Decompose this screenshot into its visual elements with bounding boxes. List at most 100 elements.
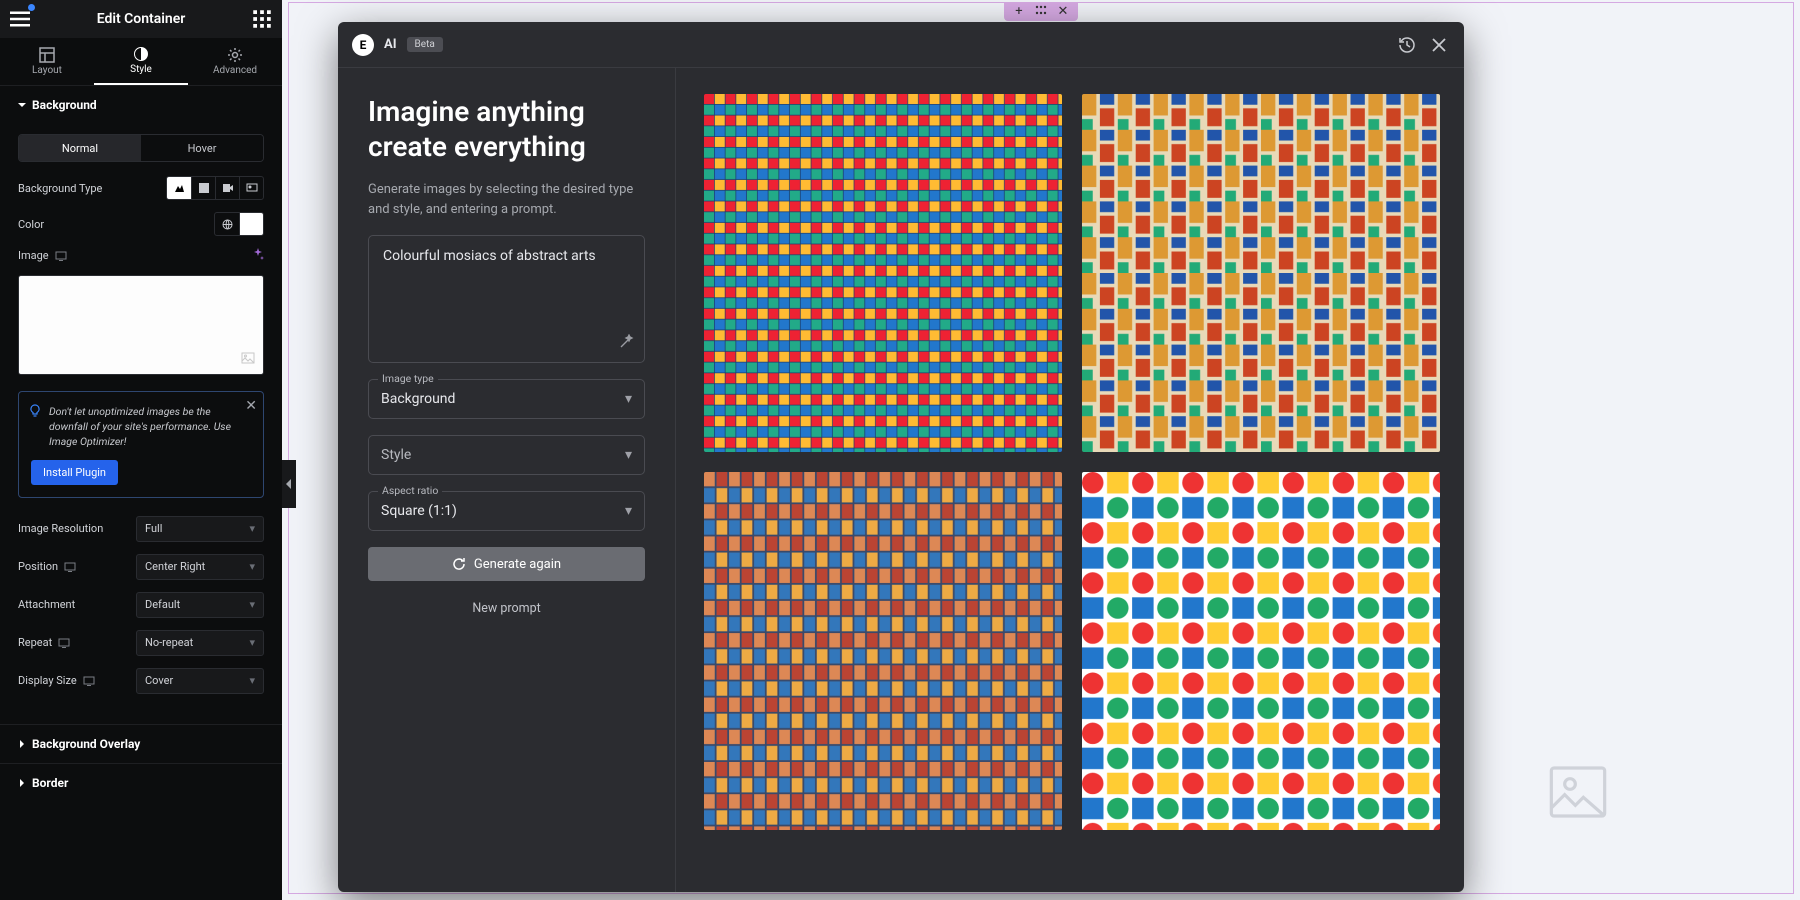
state-normal-button[interactable]: Normal <box>19 135 141 161</box>
select-display-size-value: Cover <box>145 674 173 687</box>
bgtype-slideshow-icon[interactable] <box>239 177 263 199</box>
select-image-resolution[interactable]: Full ▾ <box>136 516 264 542</box>
state-toggle: Normal Hover <box>18 134 264 162</box>
chevron-down-icon: ▾ <box>249 560 255 573</box>
beta-badge: Beta <box>407 37 443 52</box>
install-plugin-button[interactable]: Install Plugin <box>31 460 118 485</box>
color-swatch[interactable] <box>239 213 263 235</box>
responsive-icon[interactable] <box>64 562 76 572</box>
tab-style[interactable]: Style <box>94 38 188 85</box>
notification-dot-icon <box>28 4 35 11</box>
container-toolbar: + ✕ <box>1004 2 1078 21</box>
label-display-size: Display Size <box>18 674 77 687</box>
row-image-resolution: Image Resolution Full ▾ <box>18 516 264 542</box>
results-grid <box>704 94 1440 830</box>
result-thumbnail[interactable] <box>704 472 1062 830</box>
apps-icon[interactable] <box>252 9 272 29</box>
select-image-type-value: Background <box>381 391 455 407</box>
prompt-text: Colourful mosiacs of abstract arts <box>383 248 596 264</box>
responsive-icon[interactable] <box>58 638 70 648</box>
select-style[interactable]: Style ▾ <box>368 435 645 475</box>
bgtype-classic-icon[interactable] <box>167 177 191 199</box>
enhance-prompt-icon[interactable] <box>618 334 634 354</box>
color-global-icon[interactable] <box>215 213 239 235</box>
section-background-overlay-header[interactable]: Background Overlay <box>0 724 282 763</box>
editor-sidebar: Edit Container Layout Style Advanced Bac… <box>0 0 282 900</box>
section-border-header[interactable]: Border <box>0 763 282 802</box>
result-thumbnail[interactable] <box>704 94 1062 452</box>
chevron-down-icon: ▾ <box>249 522 255 535</box>
state-hover-button[interactable]: Hover <box>141 135 263 161</box>
row-background-type: Background Type <box>18 176 264 200</box>
add-icon[interactable]: + <box>1012 4 1026 19</box>
generate-again-button[interactable]: Generate again <box>368 547 645 581</box>
select-aspect-ratio[interactable]: Square (1:1) ▾ <box>368 491 645 531</box>
row-position: Position Center Right ▾ <box>18 554 264 580</box>
label-position: Position <box>18 560 58 573</box>
label-attachment: Attachment <box>18 598 75 611</box>
section-background-title: Background <box>32 98 97 112</box>
result-thumbnail[interactable] <box>1082 94 1440 452</box>
modal-results[interactable] <box>676 68 1464 892</box>
select-position-value: Center Right <box>145 560 205 573</box>
section-background-body: Normal Hover Background Type Color <box>0 124 282 724</box>
row-display-size: Display Size Cover ▾ <box>18 668 264 694</box>
chevron-down-icon: ▾ <box>625 391 632 407</box>
responsive-icon[interactable] <box>55 251 67 261</box>
label-background-type: Background Type <box>18 182 102 195</box>
generate-again-label: Generate again <box>474 557 561 572</box>
prompt-input[interactable]: Colourful mosiacs of abstract arts <box>368 235 645 363</box>
select-display-size[interactable]: Cover ▾ <box>136 668 264 694</box>
brand-logo-icon: E <box>352 34 374 56</box>
sidebar-header: Edit Container <box>0 0 282 38</box>
close-icon[interactable]: ✕ <box>1056 4 1070 19</box>
modal-title-line1: Imagine anything <box>368 95 585 128</box>
select-attachment[interactable]: Default ▾ <box>136 592 264 618</box>
row-repeat: Repeat No-repeat ▾ <box>18 630 264 656</box>
modal-title: Imagine anything create everything <box>368 94 645 164</box>
chevron-down-icon: ▾ <box>249 674 255 687</box>
menu-icon[interactable] <box>10 9 30 29</box>
row-color: Color <box>18 212 264 236</box>
close-icon[interactable] <box>1428 34 1450 56</box>
select-attachment-value: Default <box>145 598 180 611</box>
tip-message: Don't let unoptimized images be the down… <box>31 404 251 450</box>
select-image-type[interactable]: Background ▾ <box>368 379 645 419</box>
collapse-sidebar-handle[interactable] <box>282 460 296 508</box>
field-style: Style ▾ <box>368 435 645 475</box>
bgtype-video-icon[interactable] <box>215 177 239 199</box>
ai-label: AI <box>384 37 397 52</box>
select-style-placeholder: Style <box>381 447 411 463</box>
refresh-icon <box>452 557 466 571</box>
sidebar-title: Edit Container <box>30 11 252 27</box>
field-image-type: Image type Background ▾ <box>368 379 645 419</box>
section-background-header[interactable]: Background <box>0 86 282 124</box>
responsive-icon[interactable] <box>83 676 95 686</box>
tab-style-label: Style <box>130 64 152 75</box>
label-repeat: Repeat <box>18 636 52 649</box>
image-upload-well[interactable] <box>18 275 264 375</box>
tab-layout[interactable]: Layout <box>0 38 94 85</box>
new-prompt-button[interactable]: New prompt <box>368 597 645 620</box>
select-repeat[interactable]: No-repeat ▾ <box>136 630 264 656</box>
color-options <box>214 212 264 236</box>
label-image-type: Image type <box>378 372 438 385</box>
modal-header: E AI Beta <box>338 22 1464 68</box>
row-image: Image <box>18 248 264 263</box>
select-aspect-ratio-value: Square (1:1) <box>381 503 457 519</box>
tab-layout-label: Layout <box>32 65 62 76</box>
drag-icon[interactable] <box>1034 4 1048 19</box>
ai-sparkle-icon[interactable] <box>252 248 264 263</box>
history-icon[interactable] <box>1396 34 1418 56</box>
image-placeholder-icon <box>241 349 255 368</box>
result-thumbnail[interactable] <box>1082 472 1440 830</box>
tab-advanced[interactable]: Advanced <box>188 38 282 85</box>
section-border-title: Border <box>32 776 68 790</box>
select-repeat-value: No-repeat <box>145 636 193 649</box>
bgtype-gradient-icon[interactable] <box>191 177 215 199</box>
lightbulb-icon <box>29 404 41 422</box>
style-panel: Background Normal Hover Background Type … <box>0 86 282 900</box>
select-position[interactable]: Center Right ▾ <box>136 554 264 580</box>
tip-text: Don't let unoptimized images be the down… <box>49 405 231 448</box>
modal-body: Imagine anything create everything Gener… <box>338 68 1464 892</box>
